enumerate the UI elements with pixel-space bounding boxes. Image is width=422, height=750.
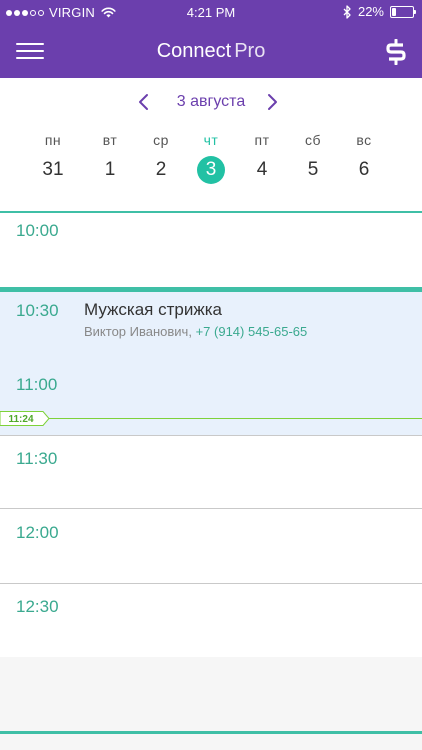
battery-percent: 22%: [357, 4, 384, 19]
day-number: 5: [307, 159, 319, 180]
current-date-label[interactable]: 3 августа: [0, 93, 422, 111]
app-title: Connect Pro: [0, 40, 422, 63]
day-name: вт: [102, 132, 118, 148]
nav-bar: Connect Pro: [0, 24, 422, 78]
day-thu[interactable]: чт 3: [186, 130, 236, 184]
appointment-client: Виктор Иванович,: [84, 324, 192, 339]
schedule-empty-area: [0, 657, 422, 750]
battery-fill: [392, 7, 397, 16]
schedule[interactable]: 10:00 10:30 Мужская стрижка Виктор Ивано…: [0, 211, 422, 750]
slot-divider: [0, 583, 422, 584]
day-name: сб: [304, 132, 322, 148]
status-bar: VIRGIN 4:21 PM 22%: [0, 0, 422, 24]
time-slot-label: 11:00: [16, 375, 58, 394]
slot-divider: [0, 435, 422, 436]
battery-icon: [390, 5, 416, 18]
current-time-text: 11:24: [8, 414, 33, 425]
currency-logo-icon: [386, 38, 406, 66]
current-time-badge: 11:24: [0, 411, 50, 426]
day-number: 1: [104, 159, 116, 180]
appointment-phone-link[interactable]: +7 (914) 545-65-65: [196, 324, 308, 339]
app-header: VIRGIN 4:21 PM 22% Connect Pro: [0, 0, 422, 78]
appointment-top-border: [0, 287, 422, 292]
day-name: пн: [44, 132, 62, 148]
time-slot-label: 10:30: [16, 301, 59, 320]
day-sat[interactable]: сб 5: [288, 130, 338, 184]
appointment-details: Виктор Иванович, +7 (914) 545-65-65: [84, 324, 307, 339]
day-name: вс: [356, 132, 372, 148]
bluetooth-icon: [343, 4, 351, 19]
day-fri[interactable]: пт 4: [237, 130, 287, 184]
time-slot-label: 12:00: [16, 523, 59, 542]
week-strip: пн 31 вт 1 ср 2 чт 3 пт 4 сб 5 вс 6: [0, 130, 422, 200]
schedule-top-divider: [0, 211, 422, 213]
appointment-card[interactable]: 10:30 Мужская стрижка Виктор Иванович, +…: [0, 287, 422, 435]
date-navigation: 3 августа: [0, 78, 422, 126]
time-slot-label: 10:00: [16, 221, 59, 240]
time-slot-label: 12:30: [16, 597, 59, 616]
next-date-button[interactable]: [262, 92, 282, 112]
app-title-main: Connect: [156, 40, 232, 62]
day-sun[interactable]: вс 6: [339, 130, 389, 184]
day-wed[interactable]: ср 2: [136, 130, 186, 184]
day-number: 6: [358, 159, 370, 180]
appointment-title: Мужская стрижка: [84, 300, 222, 319]
app-title-sub: Pro: [234, 40, 266, 62]
current-time-line: [0, 418, 422, 419]
day-name: пт: [254, 132, 270, 148]
day-mon[interactable]: пн 31: [28, 130, 78, 184]
day-number: 4: [256, 159, 268, 180]
currency-logo-button[interactable]: [384, 38, 408, 66]
status-right: 22%: [343, 4, 416, 19]
schedule-bottom-divider: [0, 731, 422, 734]
day-number: 2: [155, 159, 167, 180]
time-slot-label: 11:30: [16, 449, 58, 468]
day-name: ср: [153, 132, 169, 148]
day-name: чт: [203, 132, 219, 148]
day-tue[interactable]: вт 1: [85, 130, 135, 184]
chevron-right-icon: [268, 94, 277, 110]
slot-divider: [0, 508, 422, 509]
day-number: 31: [42, 159, 64, 180]
day-number-selected: 3: [197, 156, 225, 184]
